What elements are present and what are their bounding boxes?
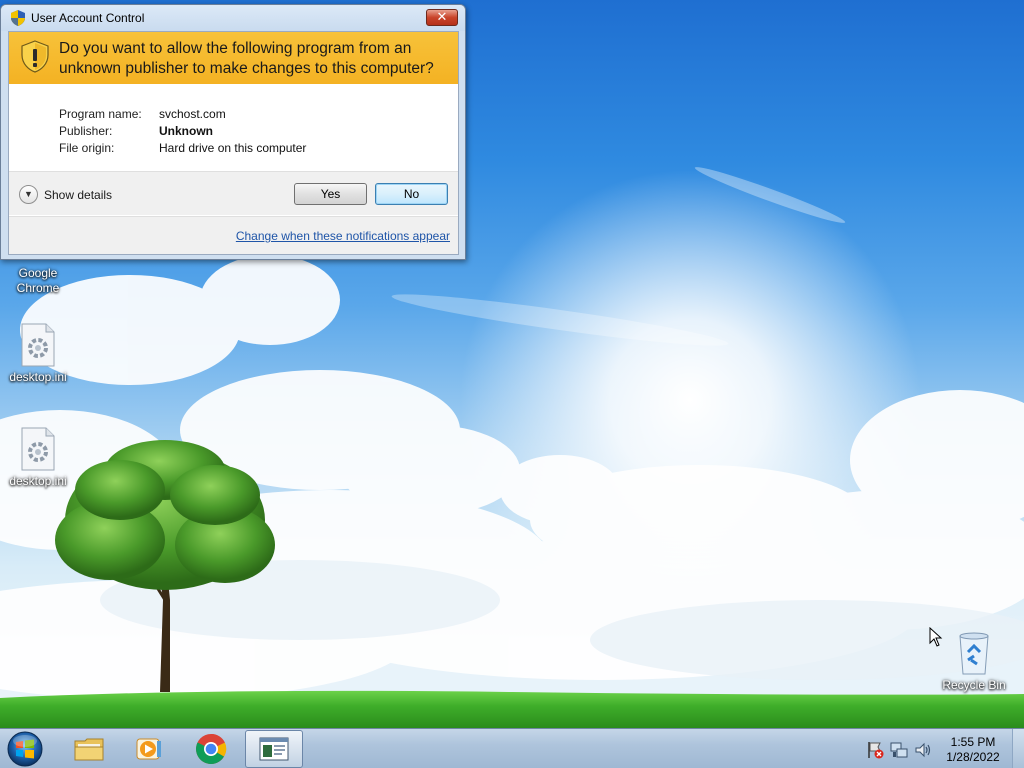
no-button[interactable]: No bbox=[375, 183, 448, 205]
taskbar-file-explorer[interactable] bbox=[60, 730, 118, 768]
desktop-icon-label: Google Chrome bbox=[16, 266, 60, 295]
show-details-toggle[interactable]: ▼ Show details bbox=[19, 185, 112, 204]
show-details-label: Show details bbox=[44, 187, 113, 202]
change-notifications-link[interactable]: Change when these notifications appear bbox=[236, 229, 450, 243]
start-button[interactable] bbox=[6, 730, 44, 768]
field-label: Publisher: bbox=[59, 124, 113, 138]
chrome-icon bbox=[196, 733, 227, 765]
yes-button[interactable]: Yes bbox=[294, 183, 367, 205]
media-player-icon bbox=[136, 738, 161, 760]
desktop-icon-label: desktop.ini bbox=[9, 370, 67, 384]
chevron-down-icon: ▼ bbox=[19, 185, 38, 204]
action-center-flag-icon[interactable] bbox=[866, 741, 884, 759]
program-name-value: svchost.com bbox=[159, 107, 226, 121]
dialog-footer: Change when these notifications appear bbox=[9, 216, 458, 254]
close-button[interactable]: ✕ bbox=[426, 9, 458, 26]
program-info: Program name: svchost.com Publisher: Unk… bbox=[59, 106, 306, 157]
file-origin-value: Hard drive on this computer bbox=[159, 141, 307, 155]
taskbar-chrome[interactable] bbox=[182, 730, 240, 768]
desktop-icon-recycle-bin[interactable]: Recycle Bin bbox=[938, 630, 1010, 693]
file-origin-row: File origin: Hard drive on this computer bbox=[59, 140, 306, 157]
show-desktop-button[interactable] bbox=[1012, 729, 1024, 768]
settings-file-icon bbox=[21, 427, 55, 471]
dialog-body: Do you want to allow the following progr… bbox=[8, 31, 459, 255]
field-label: File origin: bbox=[59, 141, 115, 155]
desktop-icon-label: desktop.ini bbox=[9, 474, 67, 488]
desktop-icon-desktop-ini-1[interactable]: desktop.ini bbox=[2, 322, 74, 385]
warning-banner: Do you want to allow the following progr… bbox=[9, 32, 458, 84]
uac-dialog: User Account Control ✕ Do you want to al… bbox=[0, 4, 466, 260]
folder-icon bbox=[74, 738, 104, 761]
publisher-row: Publisher: Unknown bbox=[59, 123, 306, 140]
desktop-icon-label: Recycle Bin bbox=[942, 678, 1006, 692]
window-icon bbox=[259, 737, 289, 761]
mouse-cursor-icon bbox=[929, 627, 943, 647]
close-icon: ✕ bbox=[436, 9, 448, 24]
clock[interactable]: 1:55 PM 1/28/2022 bbox=[940, 735, 1006, 765]
uac-shield-icon bbox=[11, 10, 25, 26]
taskbar: 1:55 PM 1/28/2022 bbox=[0, 728, 1024, 768]
clock-date: 1/28/2022 bbox=[946, 750, 1000, 764]
program-name-row: Program name: svchost.com bbox=[59, 106, 306, 123]
volume-icon[interactable] bbox=[914, 741, 932, 759]
recycle-bin-icon bbox=[959, 632, 989, 675]
dialog-title: User Account Control bbox=[31, 11, 145, 25]
warning-shield-icon bbox=[21, 40, 49, 73]
title-bar[interactable]: User Account Control ✕ bbox=[1, 5, 465, 31]
field-label: Program name: bbox=[59, 107, 142, 121]
taskbar-media-player[interactable] bbox=[120, 730, 178, 768]
dialog-question: Do you want to allow the following progr… bbox=[59, 40, 434, 77]
action-bar: ▼ Show details Yes No bbox=[9, 171, 458, 215]
desktop-icon-desktop-ini-2[interactable]: desktop.ini bbox=[2, 426, 74, 489]
clock-time: 1:55 PM bbox=[950, 735, 996, 749]
settings-file-icon bbox=[21, 323, 55, 367]
taskbar-uac-window[interactable] bbox=[245, 730, 303, 768]
publisher-value: Unknown bbox=[159, 124, 213, 138]
network-icon[interactable] bbox=[890, 741, 908, 759]
